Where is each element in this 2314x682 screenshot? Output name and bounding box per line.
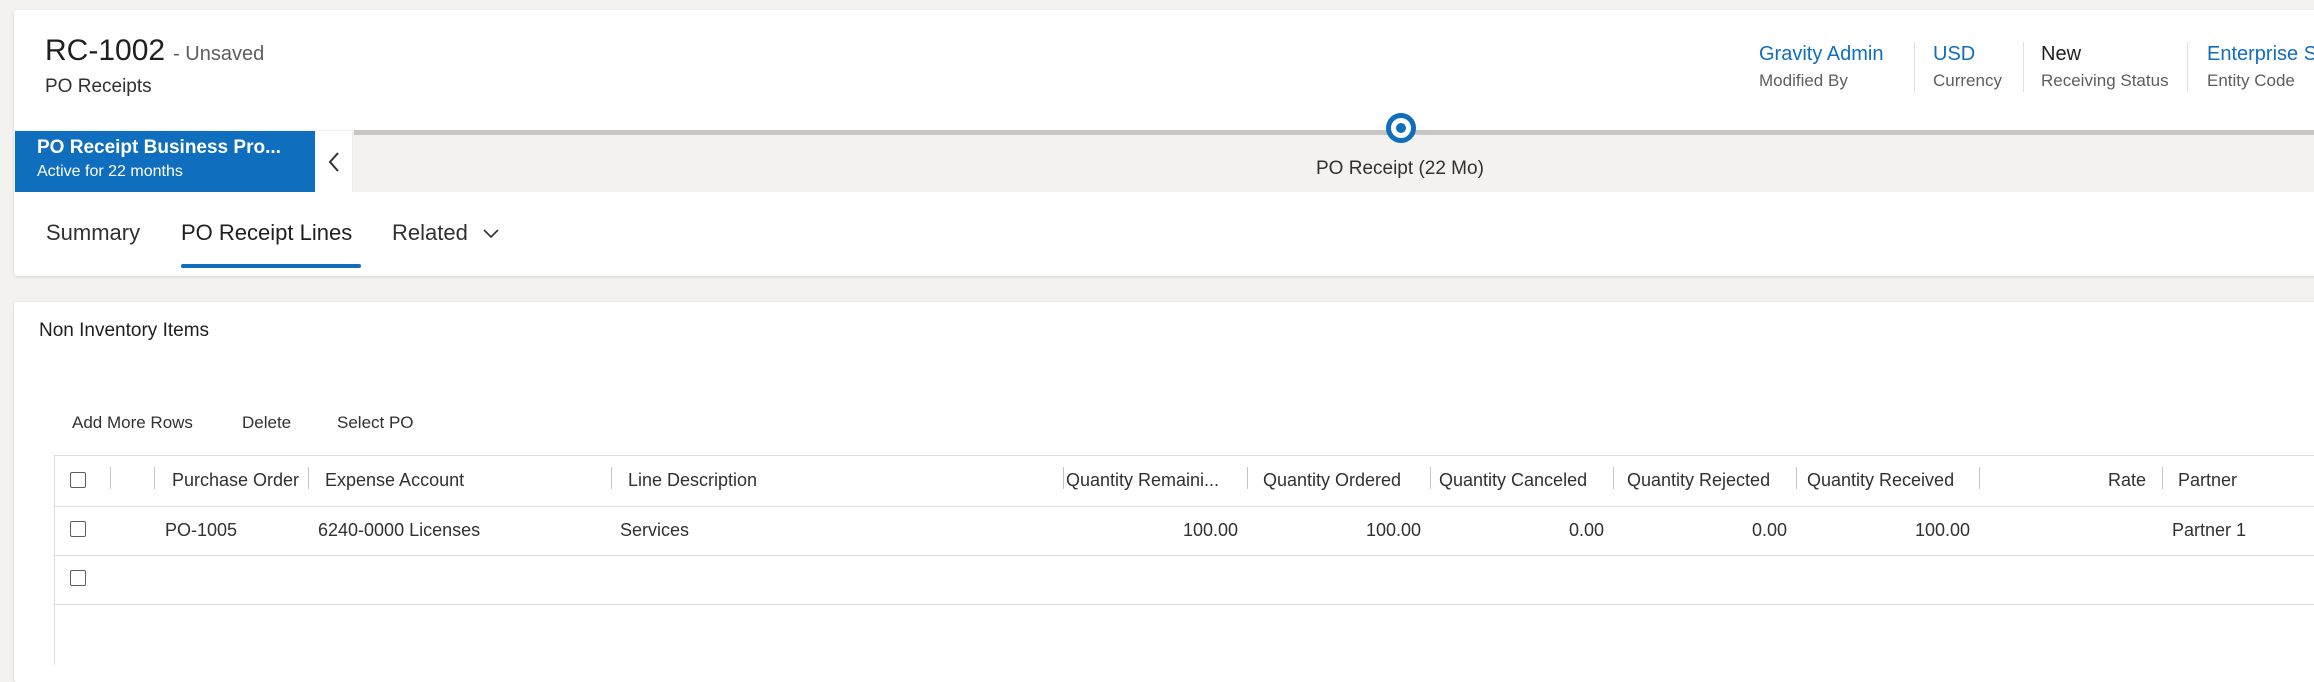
chevron-left-icon bbox=[328, 151, 339, 172]
column-separator[interactable] bbox=[611, 467, 612, 489]
grid-border bbox=[54, 455, 55, 665]
active-stage-dot-icon bbox=[1396, 123, 1406, 133]
record-save-status: - Unsaved bbox=[173, 43, 265, 65]
column-separator[interactable] bbox=[1430, 467, 1431, 489]
header-divider bbox=[2187, 42, 2188, 92]
tab-related-label: Related bbox=[392, 220, 468, 245]
column-separator[interactable] bbox=[1247, 467, 1248, 489]
cell-quantity-remaining[interactable]: 100.00 bbox=[1080, 520, 1238, 541]
cell-quantity-received[interactable]: 100.00 bbox=[1811, 520, 1970, 541]
column-header-expense-account[interactable]: Expense Account bbox=[325, 470, 464, 491]
row-divider bbox=[54, 555, 2314, 556]
bpf-stage-indicator[interactable] bbox=[1386, 113, 1416, 143]
cell-expense-account[interactable]: 6240-0000 Licenses bbox=[318, 520, 480, 541]
column-separator[interactable] bbox=[1063, 467, 1064, 489]
header-row-divider bbox=[54, 506, 2314, 507]
modified-by-link[interactable]: Gravity Admin bbox=[1759, 42, 1883, 66]
column-separator[interactable] bbox=[110, 467, 111, 489]
header-divider bbox=[2023, 42, 2024, 92]
delete-button[interactable]: Delete bbox=[242, 413, 291, 433]
currency-label: Currency bbox=[1933, 71, 2002, 90]
bpf-process-duration: Active for 22 months bbox=[37, 163, 183, 180]
tab-related[interactable]: Related bbox=[392, 220, 500, 246]
column-header-partner[interactable]: Partner bbox=[2178, 470, 2237, 491]
column-header-rate[interactable]: Rate bbox=[2108, 470, 2146, 491]
non-inventory-items-card bbox=[14, 302, 2314, 682]
row-select-checkbox[interactable] bbox=[70, 521, 86, 537]
column-separator[interactable] bbox=[1979, 467, 1980, 489]
add-more-rows-button[interactable]: Add More Rows bbox=[72, 413, 193, 433]
stage-name: PO Receipt bbox=[1316, 158, 1414, 179]
record-number: RC-1002 bbox=[45, 34, 166, 67]
column-header-quantity-canceled[interactable]: Quantity Canceled bbox=[1439, 470, 1587, 491]
cell-line-description[interactable]: Services bbox=[620, 520, 689, 541]
bpf-progress-line bbox=[354, 130, 2314, 135]
bpf-process-button[interactable]: PO Receipt Business Pro... Active for 22… bbox=[15, 131, 315, 192]
header-field-modified-by: Gravity Admin Modified By bbox=[1759, 42, 1883, 92]
column-header-quantity-remaining[interactable]: Quantity Remaini... bbox=[1066, 470, 1219, 491]
cell-quantity-canceled[interactable]: 0.00 bbox=[1445, 520, 1604, 541]
header-field-receiving-status: New Receiving Status bbox=[2041, 42, 2169, 92]
new-row-checkbox[interactable] bbox=[70, 570, 86, 586]
grid-border bbox=[54, 455, 2314, 456]
business-process-flow-bar bbox=[14, 130, 2314, 192]
header-field-entity-code: Enterprise S Entity Code bbox=[2207, 42, 2314, 92]
stage-duration: (22 Mo) bbox=[1418, 158, 1484, 179]
currency-link[interactable]: USD bbox=[1933, 42, 2002, 66]
column-header-quantity-rejected[interactable]: Quantity Rejected bbox=[1627, 470, 1770, 491]
modified-by-label: Modified By bbox=[1759, 71, 1848, 90]
column-separator[interactable] bbox=[154, 467, 155, 489]
column-header-quantity-received[interactable]: Quantity Received bbox=[1807, 470, 1954, 491]
tab-summary[interactable]: Summary bbox=[46, 220, 140, 246]
record-title: RC-1002 - Unsaved bbox=[45, 34, 264, 68]
column-separator[interactable] bbox=[308, 467, 309, 489]
bpf-stage-label[interactable]: PO Receipt (22 Mo) bbox=[1316, 158, 1484, 180]
cell-purchase-order[interactable]: PO-1005 bbox=[165, 520, 237, 541]
entity-type-label: PO Receipts bbox=[45, 76, 152, 97]
column-separator[interactable] bbox=[1796, 467, 1797, 489]
entity-code-link[interactable]: Enterprise S bbox=[2207, 42, 2314, 66]
column-separator[interactable] bbox=[2162, 467, 2163, 489]
header-divider bbox=[1914, 42, 1915, 92]
select-all-checkbox[interactable] bbox=[70, 472, 86, 488]
bpf-collapse-button[interactable] bbox=[315, 131, 353, 192]
cell-quantity-rejected[interactable]: 0.00 bbox=[1628, 520, 1787, 541]
chevron-down-icon bbox=[483, 229, 499, 239]
receiving-status-label: Receiving Status bbox=[2041, 71, 2169, 90]
receiving-status-value: New bbox=[2041, 43, 2082, 65]
bpf-process-name: PO Receipt Business Pro... bbox=[37, 137, 281, 158]
select-po-button[interactable]: Select PO bbox=[337, 413, 414, 433]
tab-po-receipt-lines[interactable]: PO Receipt Lines bbox=[181, 220, 352, 246]
entity-code-label: Entity Code bbox=[2207, 71, 2295, 90]
active-tab-indicator bbox=[181, 264, 361, 268]
column-header-purchase-order[interactable]: Purchase Order bbox=[172, 470, 299, 491]
row-divider bbox=[54, 604, 2314, 605]
cell-quantity-ordered[interactable]: 100.00 bbox=[1262, 520, 1421, 541]
section-title: Non Inventory Items bbox=[39, 320, 210, 341]
column-header-line-description[interactable]: Line Description bbox=[628, 470, 757, 491]
column-header-quantity-ordered[interactable]: Quantity Ordered bbox=[1263, 470, 1401, 491]
cell-partner[interactable]: Partner 1 bbox=[2172, 520, 2246, 541]
header-field-currency: USD Currency bbox=[1933, 42, 2002, 92]
column-separator[interactable] bbox=[1613, 467, 1614, 489]
